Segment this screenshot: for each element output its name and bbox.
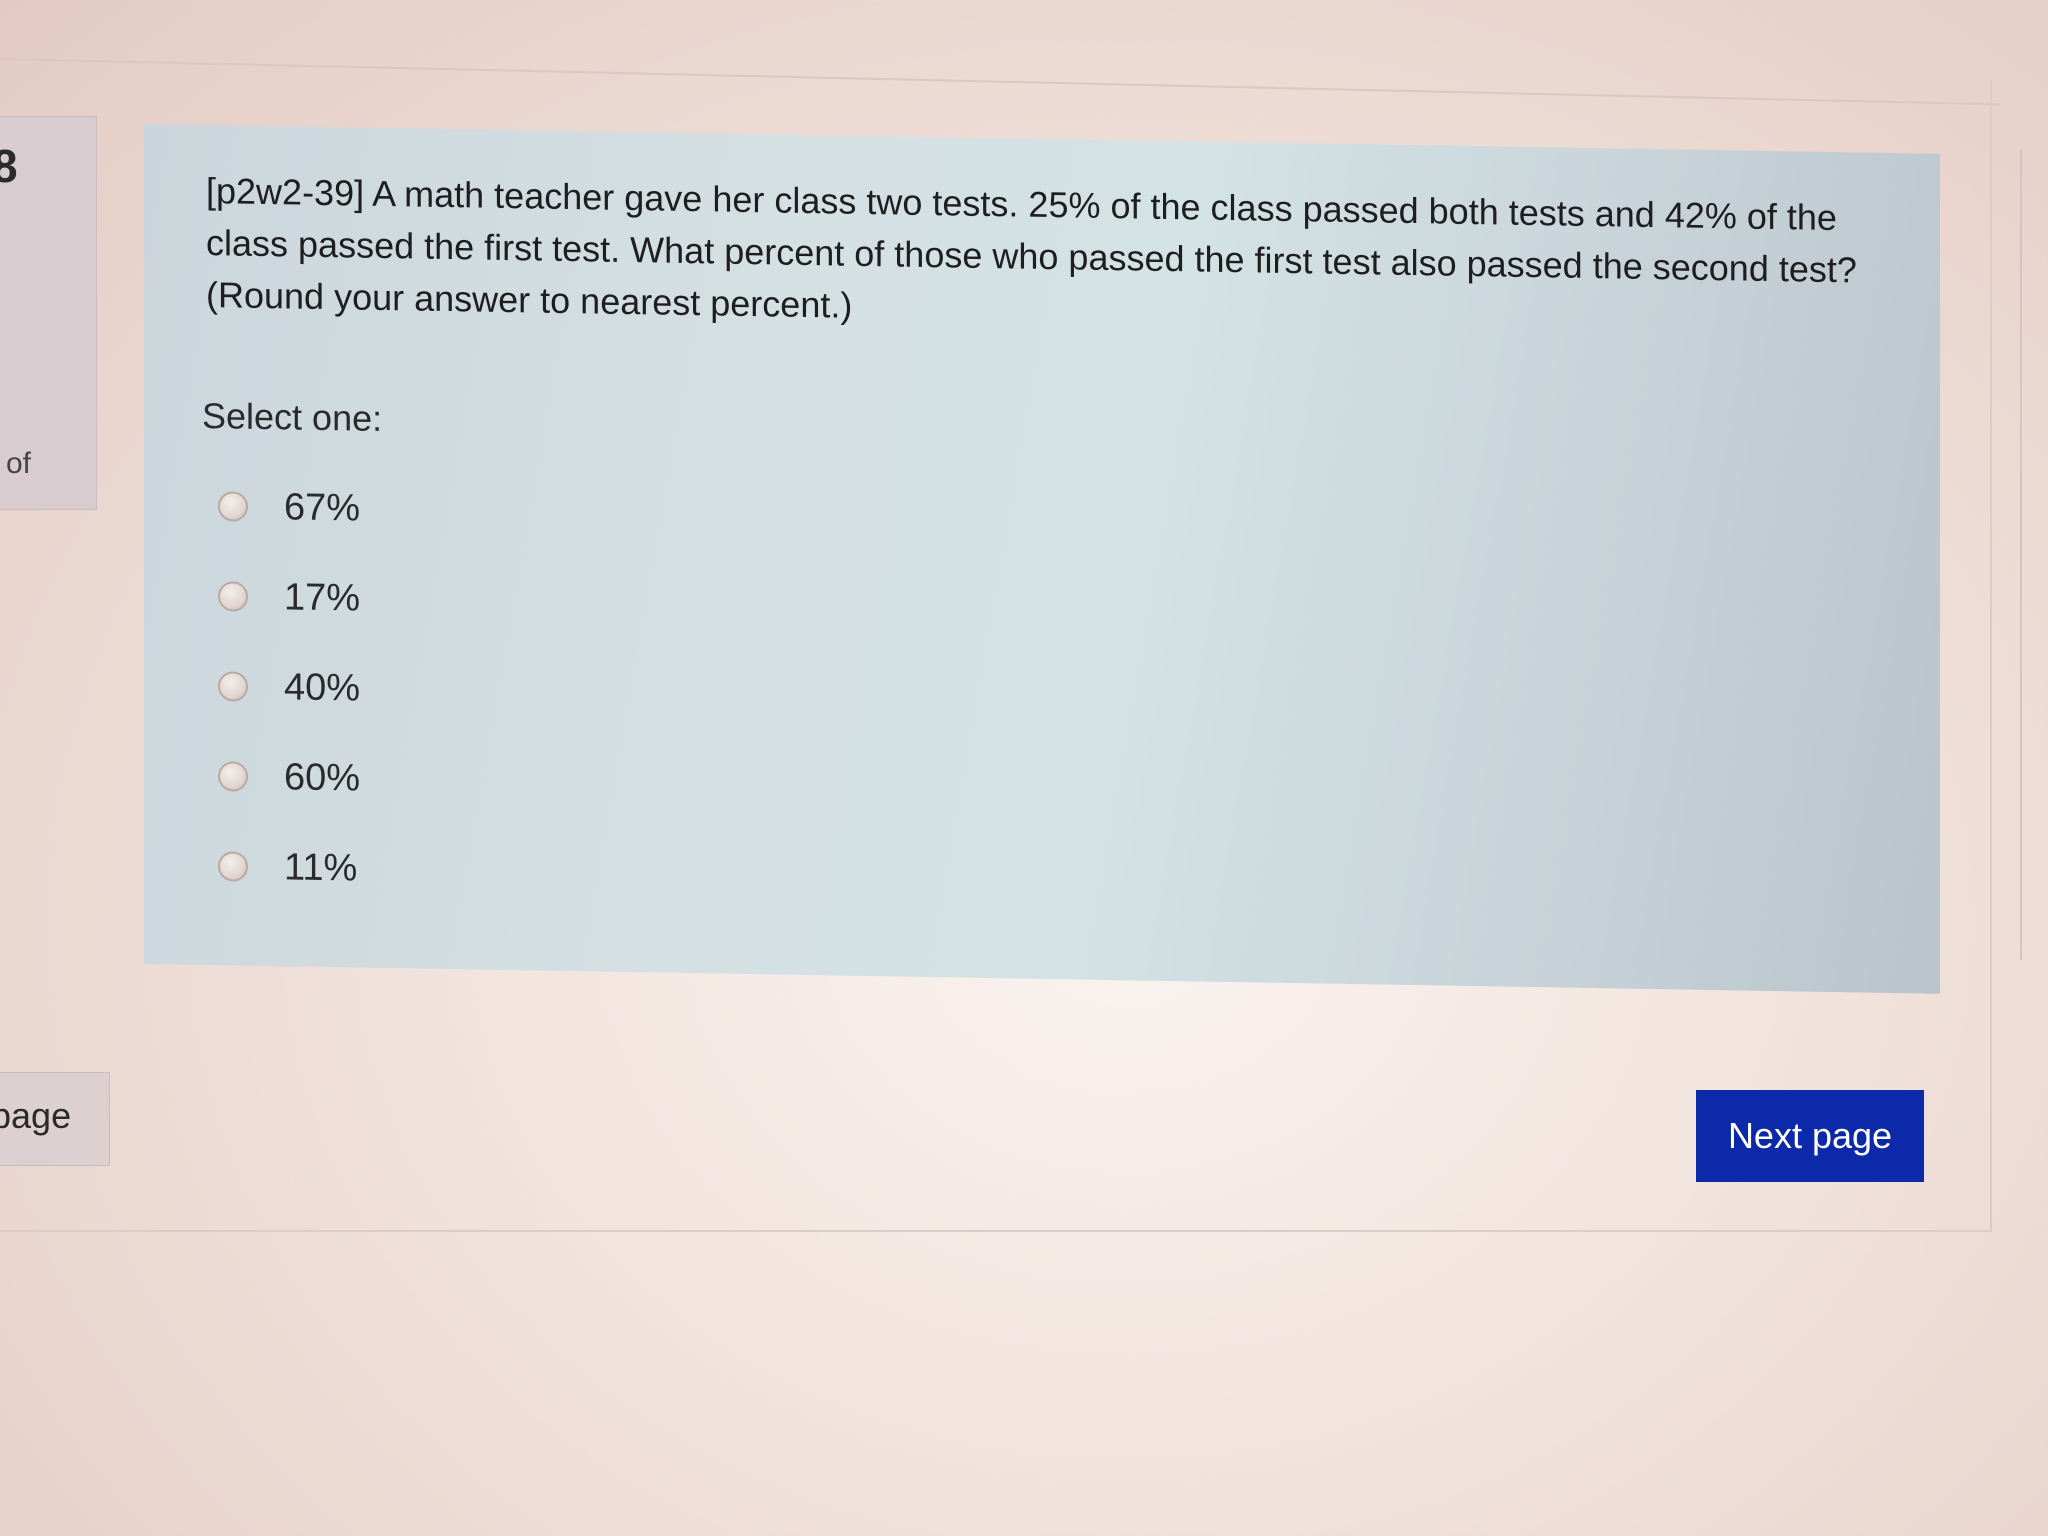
radio-button[interactable] [218, 851, 248, 882]
radio-button[interactable] [218, 491, 248, 522]
answer-option[interactable]: 60% [218, 731, 360, 823]
answer-options: 67% 17% 40% 60% 11% [218, 461, 360, 913]
radio-button[interactable] [218, 761, 248, 792]
answer-option-label[interactable]: 60% [284, 756, 360, 800]
select-one-prompt: Select one: [202, 394, 383, 439]
question-text: [p2w2-39] A math teacher gave her class … [206, 170, 1857, 326]
answer-option-label[interactable]: 40% [284, 666, 360, 710]
radio-button[interactable] [218, 671, 248, 702]
answer-option[interactable]: 17% [218, 551, 360, 643]
previous-page-button[interactable]: page [0, 1072, 110, 1166]
answer-option-label[interactable]: 11% [284, 846, 357, 890]
right-panel-edge [2020, 150, 2048, 960]
answer-option-label[interactable]: 67% [284, 486, 360, 530]
answer-option[interactable]: 40% [218, 641, 360, 733]
previous-page-label: page [0, 1095, 72, 1136]
answer-option[interactable]: 11% [218, 821, 360, 913]
answer-option[interactable]: 67% [218, 461, 360, 553]
question-card: [p2w2-39] A math teacher gave her class … [144, 124, 1940, 994]
question-of-text: of [6, 447, 32, 480]
question-number: 8 [0, 139, 18, 193]
next-page-button[interactable]: Next page [1696, 1090, 1924, 1182]
question-info-panel: 8 of stion [0, 116, 97, 510]
answer-option-label[interactable]: 17% [284, 576, 360, 620]
radio-button[interactable] [218, 581, 248, 612]
